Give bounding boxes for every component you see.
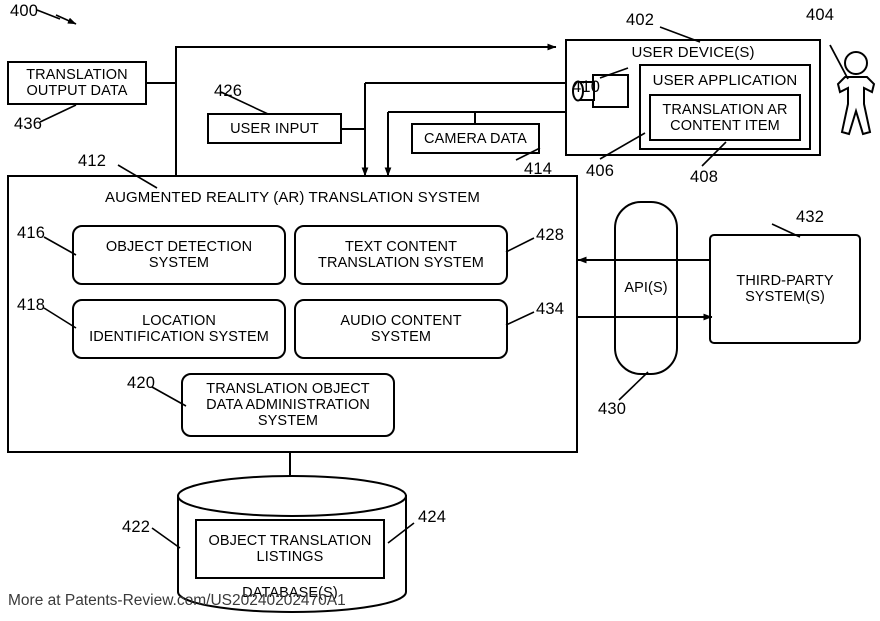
user-input-text: USER INPUT [230,120,319,137]
object-translation-listings-text: OBJECT TRANSLATION LISTINGS [208,533,372,565]
camera-data-label: CAMERA DATA [412,124,539,153]
translation-object-data-administration-system-label: TRANSLATION OBJECT DATA ADMINISTRATION S… [182,374,394,436]
user-application-label: USER APPLICATION [640,68,810,92]
user-application-text: USER APPLICATION [652,71,798,89]
user-devices-label: USER DEVICE(S) [566,41,820,63]
apis-label: API(S) [615,202,677,374]
figure-number: 400 [10,2,39,20]
ref-406: 406 [586,162,615,180]
ref-430: 430 [598,400,627,418]
ref-416: 416 [17,224,46,242]
camera-data-text: CAMERA DATA [424,130,527,147]
ref-404: 404 [806,6,835,24]
object-detection-system-label: OBJECT DETECTION SYSTEM [73,226,285,284]
figure-number-leader [36,9,77,25]
ar-translation-system-label: AUGMENTED REALITY (AR) TRANSLATION SYSTE… [8,186,577,208]
leader-422 [151,527,181,549]
object-translation-listings-label: OBJECT TRANSLATION LISTINGS [196,520,384,578]
ref-412: 412 [78,152,107,170]
translation-output-data-label: TRANSLATION OUTPUT DATA [8,62,146,104]
audio-content-system-text: AUDIO CONTENT SYSTEM [340,313,462,345]
ref-434: 434 [536,300,565,318]
ref-414: 414 [524,160,553,178]
user-input-label: USER INPUT [208,114,341,143]
audio-content-system-label: AUDIO CONTENT SYSTEM [295,300,507,358]
text-content-translation-system-text: TEXT CONTENT TRANSLATION SYSTEM [318,239,484,271]
user-person-figure [836,51,876,136]
ref-424: 424 [418,508,447,526]
text-content-translation-system-label: TEXT CONTENT TRANSLATION SYSTEM [295,226,507,284]
translation-ar-content-item-text: TRANSLATION AR CONTENT ITEM [662,101,788,134]
ref-436: 436 [14,115,43,133]
ref-426: 426 [214,82,243,100]
ar-translation-system-text: AUGMENTED REALITY (AR) TRANSLATION SYSTE… [105,188,480,206]
ref-402: 402 [626,11,655,29]
leader-436 [39,104,77,123]
ref-420: 420 [127,374,156,392]
translation-object-data-administration-system-text: TRANSLATION OBJECT DATA ADMINISTRATION S… [206,381,370,429]
location-identification-system-text: LOCATION IDENTIFICATION SYSTEM [89,313,269,345]
leader-430 [618,371,649,401]
ref-418: 418 [17,296,46,314]
ref-408: 408 [690,168,719,186]
apis-text: API(S) [624,280,668,296]
object-detection-system-text: OBJECT DETECTION SYSTEM [105,239,253,271]
page-watermark: More at Patents-Review.com/US20240202470… [8,592,346,609]
translation-ar-content-item-label: TRANSLATION AR CONTENT ITEM [650,95,800,140]
translation-output-data-text: TRANSLATION OUTPUT DATA [26,67,128,99]
ref-422: 422 [122,518,151,536]
ref-410: 410 [572,78,601,96]
third-party-systems-text: THIRD-PARTY SYSTEM(S) [736,273,834,305]
location-identification-system-label: LOCATION IDENTIFICATION SYSTEM [73,300,285,358]
ref-432: 432 [796,208,825,226]
third-party-systems-label: THIRD-PARTY SYSTEM(S) [710,235,860,343]
user-devices-text: USER DEVICE(S) [631,43,755,61]
patent-figure-400: 400 TRANSLATION OUTPUT DATA 436 USER INP… [0,0,880,621]
ref-428: 428 [536,226,565,244]
